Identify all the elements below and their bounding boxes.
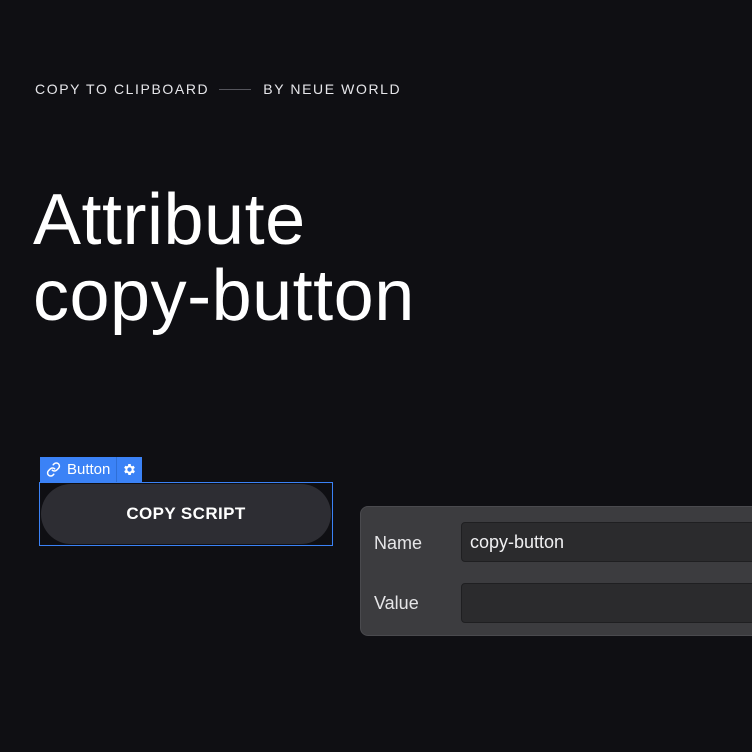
gear-icon (122, 462, 137, 477)
attribute-value-label: Value (374, 593, 419, 613)
attribute-name-label: Name (374, 533, 423, 553)
eyebrow: COPY TO CLIPBOARD BY NEUE WORLD (35, 80, 401, 98)
element-tag-label: Button (67, 461, 111, 478)
attribute-value-input[interactable] (461, 583, 752, 623)
element-settings-button[interactable] (116, 457, 142, 482)
page-title-line-1: Attribute (33, 180, 306, 260)
attribute-name-input[interactable]: copy-button (461, 522, 752, 562)
page-title: Attribute copy-button (33, 182, 415, 334)
eyebrow-left-text: COPY TO CLIPBOARD (35, 81, 210, 97)
element-tag[interactable]: Button (40, 457, 143, 482)
canvas: COPY TO CLIPBOARD BY NEUE WORLD Attribut… (0, 0, 752, 752)
eyebrow-divider (219, 88, 252, 90)
link-icon (46, 462, 61, 477)
element-tag-label-group[interactable]: Button (40, 457, 116, 482)
attribute-panel: Name copy-button Value (360, 506, 752, 636)
eyebrow-right-text: BY NEUE WORLD (263, 81, 402, 97)
page-title-line-2: copy-button (33, 256, 415, 336)
copy-script-button[interactable]: COPY SCRIPT (41, 484, 331, 544)
